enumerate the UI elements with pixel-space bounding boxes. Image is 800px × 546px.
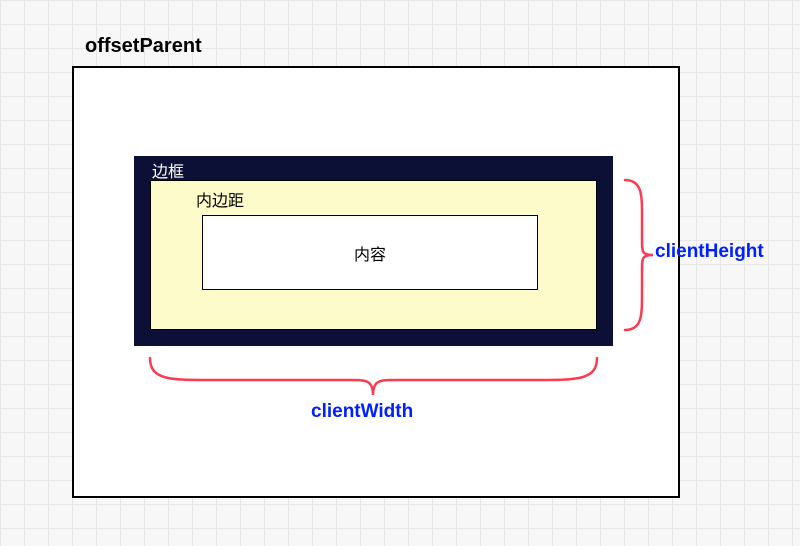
padding-label: 内边距 [196,187,244,211]
diagram-canvas: offsetParent 边框 内边距 内容 clientWidth clien… [0,0,800,546]
client-width-label: clientWidth [311,401,413,423]
content-label: 内容 [354,241,386,265]
offset-parent-label: offsetParent [85,35,202,58]
client-height-label: clientHeight [655,241,764,263]
content-box: 内容 [202,215,538,290]
border-label: 边框 [152,158,184,182]
